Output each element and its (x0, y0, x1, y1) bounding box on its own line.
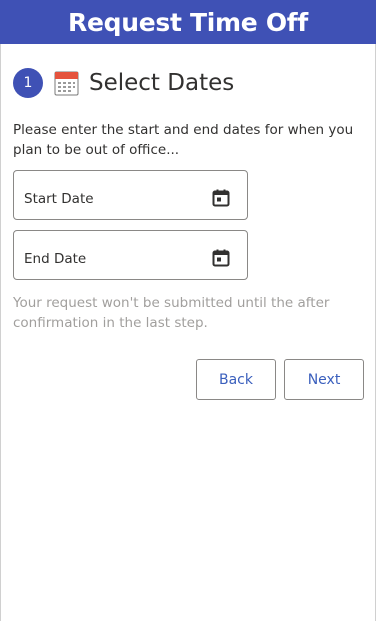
start-date-label: Start Date (24, 191, 94, 207)
back-button[interactable]: Back (196, 359, 276, 400)
end-date-label: End Date (24, 251, 87, 267)
step-title: Select Dates (89, 70, 235, 96)
step-number: 1 (23, 75, 33, 91)
instructions-text: Please enter the start and end dates for… (13, 122, 354, 158)
calendar-icon[interactable] (212, 189, 230, 207)
calendar-emoji-icon (54, 71, 79, 95)
step-number-badge: 1 (13, 68, 43, 98)
calendar-icon[interactable] (212, 249, 230, 267)
step-heading: 1 Select Dates (13, 67, 234, 99)
next-button[interactable]: Next (284, 359, 364, 400)
submission-note: Your request won't be submitted until th… (13, 295, 330, 331)
app-header: Request Time Off (0, 0, 376, 44)
end-date-field[interactable]: End Date (13, 230, 248, 280)
start-date-field[interactable]: Start Date (13, 170, 248, 220)
page-title: Request Time Off (68, 7, 308, 37)
